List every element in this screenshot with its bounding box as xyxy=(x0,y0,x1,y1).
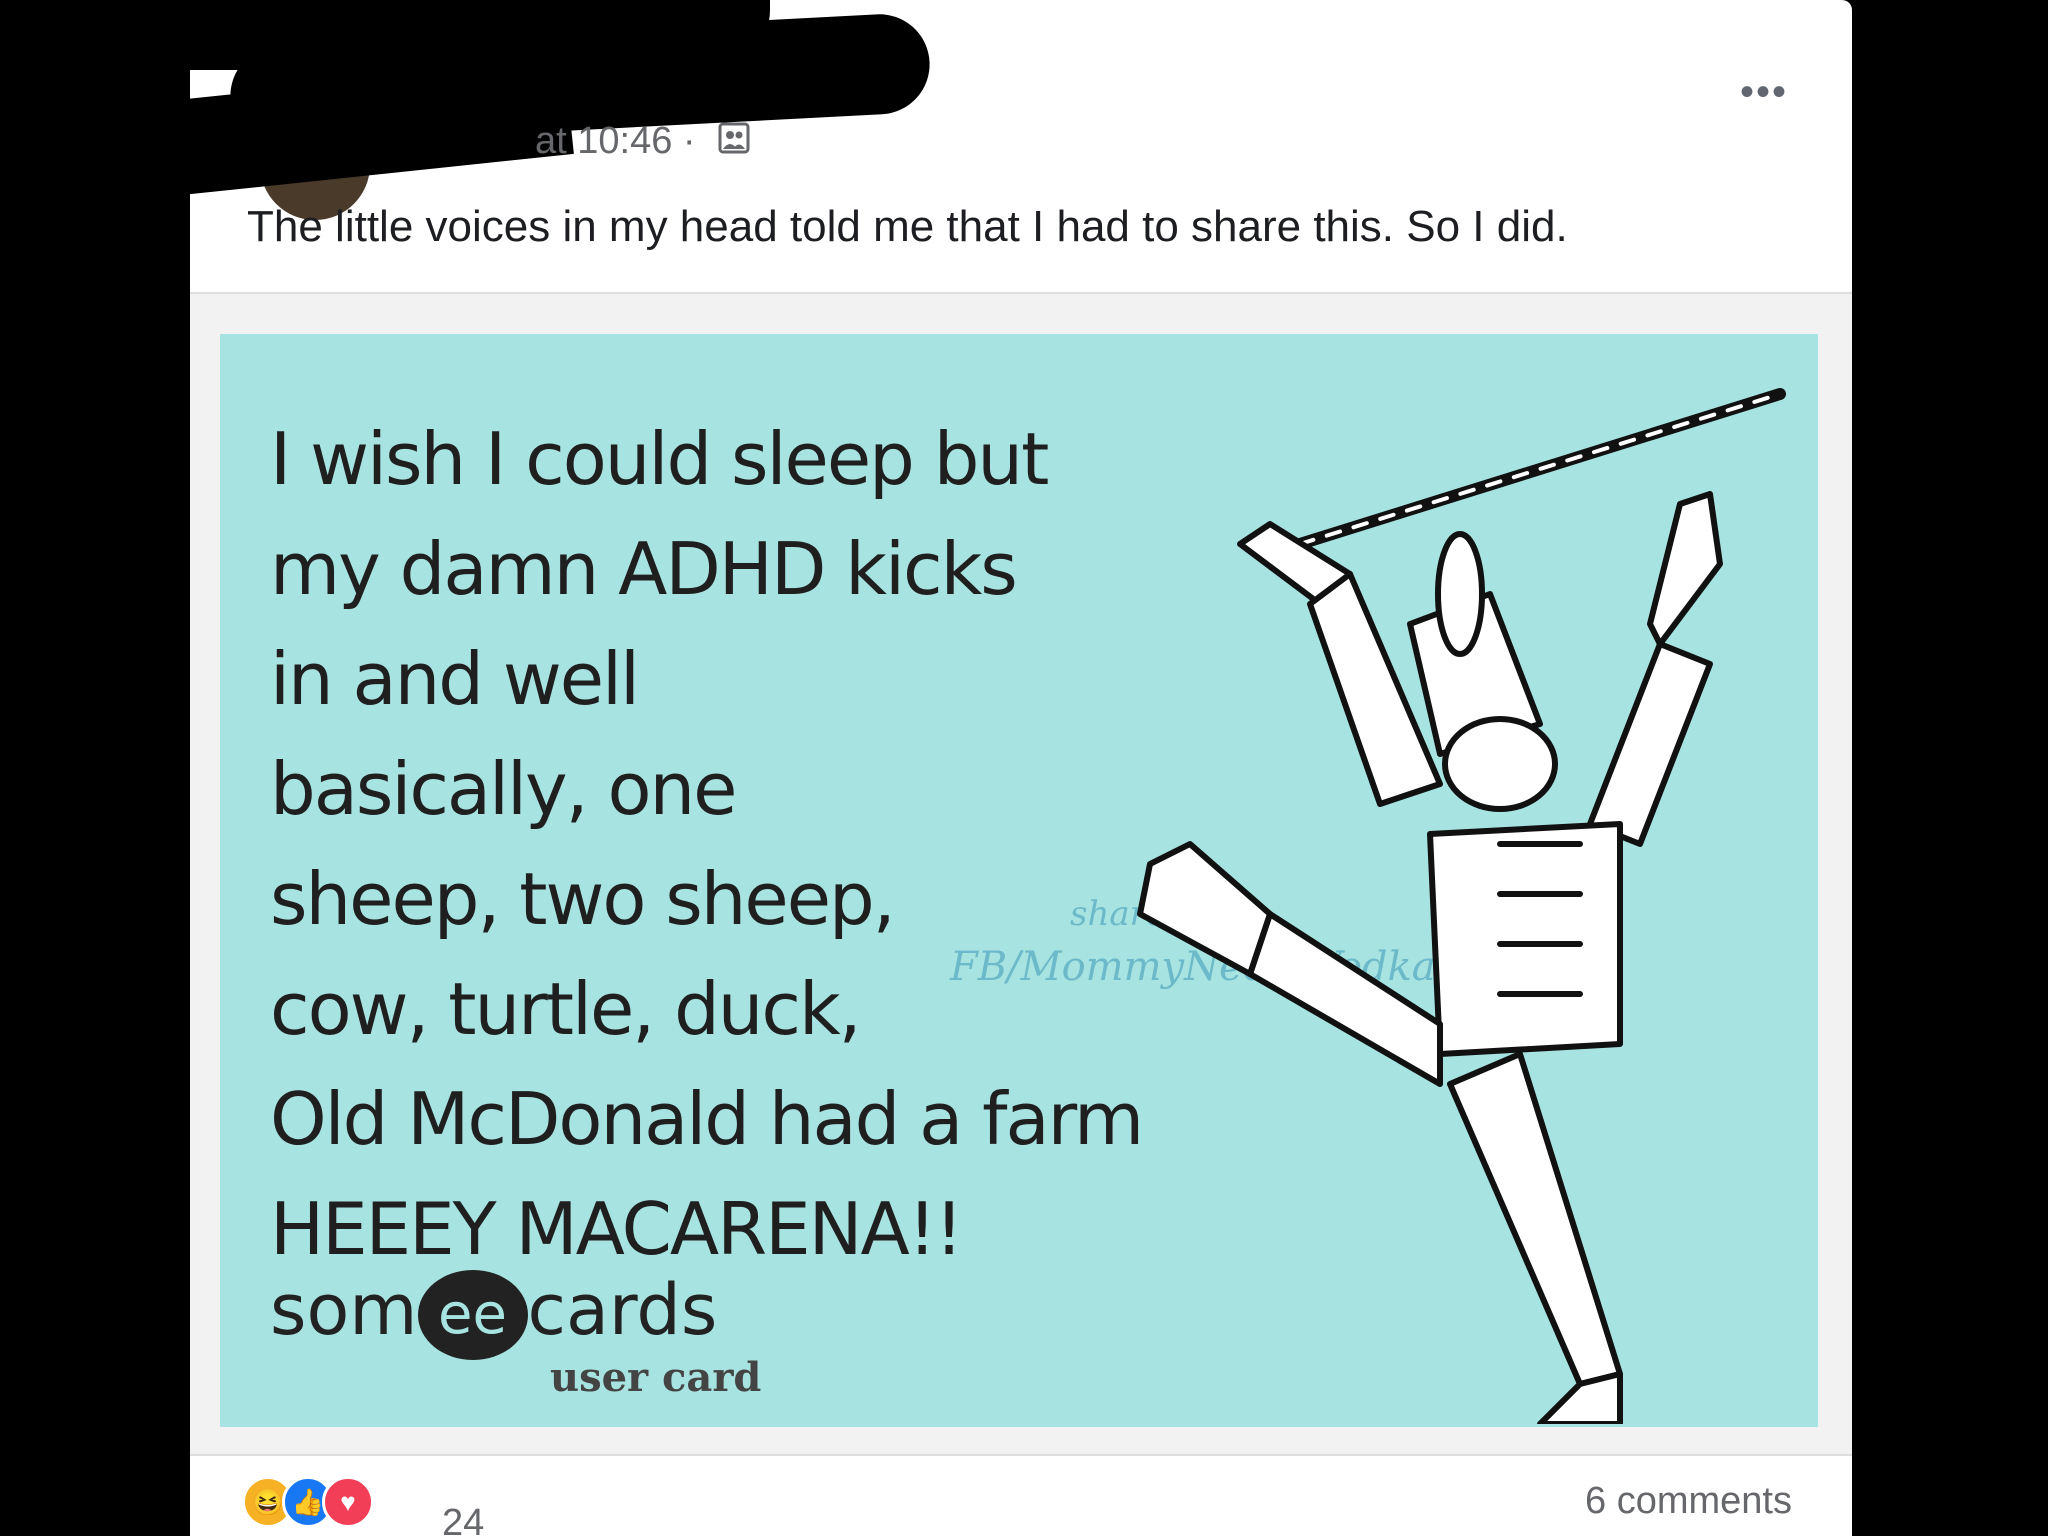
reaction-count: 24 xyxy=(442,1502,485,1536)
someecards-logo: som ee cards xyxy=(270,1269,717,1360)
logo-suffix: cards xyxy=(527,1269,718,1351)
comments-count-link[interactable]: 6 comments xyxy=(1585,1480,1792,1523)
facebook-post: at 10:46 · ••• The little voices in my h… xyxy=(190,0,1852,1536)
friends-icon[interactable] xyxy=(718,121,750,164)
post-timestamp[interactable]: at 10:46 · xyxy=(535,120,750,164)
drum-major-illustration xyxy=(1137,388,1786,1424)
ecard-image: I wish I could sleep but my damn ADHD ki… xyxy=(220,334,1818,1427)
more-options-button[interactable]: ••• xyxy=(1740,70,1788,115)
logo-subtitle: user card xyxy=(550,1354,762,1401)
post-caption: The little voices in my head told me tha… xyxy=(247,202,1568,251)
post-footer: 😆 👍 ♥ 24 6 comments xyxy=(190,1454,1852,1536)
post-image[interactable]: I wish I could sleep but my damn ADHD ki… xyxy=(190,292,1852,1456)
love-icon: ♥ xyxy=(322,1476,374,1528)
logo-prefix: som xyxy=(270,1269,418,1351)
logo-ee: ee xyxy=(417,1269,528,1360)
timestamp-text: at 10:46 · xyxy=(535,120,696,162)
